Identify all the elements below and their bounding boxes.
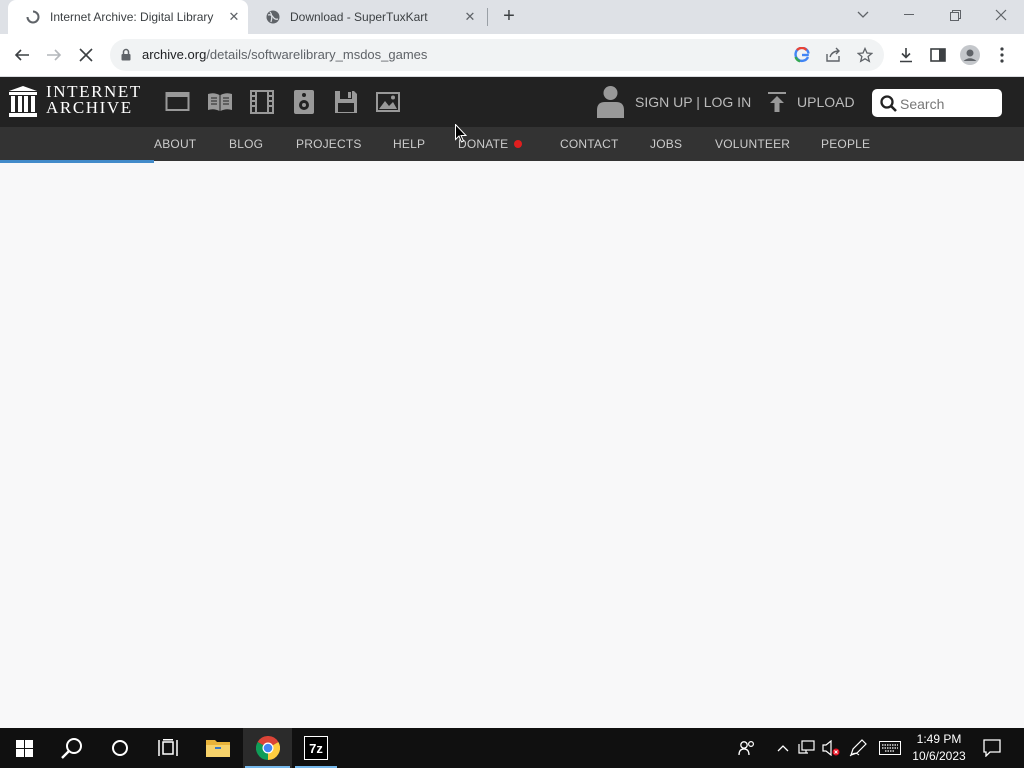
software-icon[interactable] <box>333 90 359 114</box>
search-input[interactable]: Search <box>900 96 944 112</box>
address-bar[interactable]: archive.org/details/softwarelibrary_msdo… <box>110 39 884 71</box>
images-icon[interactable] <box>375 90 401 114</box>
archive-building-icon <box>9 86 37 121</box>
network-icon[interactable] <box>796 728 818 768</box>
clock-time[interactable]: 1:49 PM <box>904 732 974 746</box>
tab-separator <box>487 8 488 26</box>
ia-logo-wordmark[interactable]: INTERNET ARCHIVE <box>46 83 142 117</box>
tab-title: Internet Archive: Digital Library o <box>50 10 215 24</box>
ia-nav-bar: ABOUT BLOG PROJECTS HELP DONATE CONTACT … <box>0 127 1024 161</box>
notification-center-icon[interactable] <box>978 728 1006 768</box>
upload-link[interactable]: UPLOAD <box>797 94 855 110</box>
tab-supertuxkart[interactable]: Download - SuperTuxKart ✕ <box>248 0 484 34</box>
nav-contact[interactable]: CONTACT <box>560 137 619 151</box>
mouse-cursor-icon <box>455 123 468 148</box>
video-icon[interactable] <box>249 90 275 114</box>
start-icon[interactable] <box>0 728 48 768</box>
search-icon[interactable] <box>880 95 897 117</box>
upload-icon[interactable] <box>767 92 787 117</box>
page-content-area <box>0 163 1024 728</box>
url-host: archive.org <box>142 47 207 62</box>
tab-title: Download - SuperTuxKart <box>290 10 428 24</box>
tab-search-chevron-icon[interactable] <box>840 0 886 30</box>
nav-jobs[interactable]: JOBS <box>650 137 682 151</box>
nav-projects[interactable]: PROJECTS <box>296 137 362 151</box>
tab-internet-archive[interactable]: Internet Archive: Digital Library o ✕ <box>8 0 248 34</box>
stop-loading-button[interactable] <box>72 41 100 69</box>
ia-top-bar: INTERNET ARCHIVE SIGN UP | LOG IN UPLOAD… <box>0 77 1024 127</box>
browser-toolbar: archive.org/details/softwarelibrary_msdo… <box>0 34 1024 77</box>
url-text[interactable]: archive.org/details/softwarelibrary_msdo… <box>142 47 427 62</box>
forward-button[interactable] <box>40 41 68 69</box>
logo-line-archive: ARCHIVE <box>46 98 133 117</box>
search-icon[interactable] <box>48 728 96 768</box>
chrome-icon[interactable] <box>243 728 292 768</box>
google-lens-icon[interactable] <box>794 46 810 68</box>
nav-volunteer[interactable]: VOLUNTEER <box>715 137 790 151</box>
loading-spinner-icon <box>25 9 41 25</box>
tab-close-icon[interactable]: ✕ <box>226 9 242 25</box>
cortana-icon[interactable] <box>96 728 144 768</box>
speaker-muted-icon[interactable] <box>820 728 842 768</box>
chrome-menu-icon[interactable] <box>988 41 1016 69</box>
user-icon[interactable] <box>596 85 625 123</box>
share-icon[interactable] <box>825 47 841 68</box>
tab-close-icon[interactable]: ✕ <box>462 9 478 25</box>
windows-taskbar: 7z 1:49 PM 10/6/2023 <box>0 728 1024 768</box>
7zip-label: 7z <box>304 736 328 760</box>
browser-tab-strip: Internet Archive: Digital Library o ✕ Do… <box>0 0 1024 34</box>
back-button[interactable] <box>8 41 36 69</box>
url-path: /details/softwarelibrary_msdos_games <box>206 47 428 62</box>
lock-icon[interactable] <box>121 48 131 66</box>
nav-blog[interactable]: BLOG <box>229 137 263 151</box>
touch-keyboard-icon[interactable] <box>876 728 904 768</box>
clock-date[interactable]: 10/6/2023 <box>904 749 974 763</box>
donate-heart-icon <box>514 140 522 148</box>
ia-search-box[interactable]: Search <box>872 89 1002 117</box>
profile-avatar-icon[interactable] <box>956 41 984 69</box>
texts-icon[interactable] <box>207 90 233 114</box>
audio-icon[interactable] <box>291 90 317 114</box>
nav-help[interactable]: HELP <box>393 137 425 151</box>
side-panel-icon[interactable] <box>924 41 952 69</box>
people-icon[interactable] <box>734 728 760 768</box>
globe-icon <box>265 9 281 25</box>
pen-workspace-icon[interactable] <box>846 728 870 768</box>
restore-button[interactable] <box>932 0 978 30</box>
chevron-up-icon[interactable] <box>773 728 793 768</box>
nav-people[interactable]: PEOPLE <box>821 137 870 151</box>
signup-login-link[interactable]: SIGN UP | LOG IN <box>635 94 751 110</box>
file-explorer-icon[interactable] <box>194 728 242 768</box>
nav-about[interactable]: ABOUT <box>154 137 196 151</box>
new-tab-button[interactable]: + <box>498 5 520 27</box>
downloads-icon[interactable] <box>892 41 920 69</box>
task-view-icon[interactable] <box>144 728 192 768</box>
bookmark-star-icon[interactable] <box>856 46 874 68</box>
7zip-icon[interactable]: 7z <box>293 728 339 768</box>
minimize-button[interactable] <box>886 0 932 30</box>
close-window-button[interactable] <box>978 0 1024 30</box>
web-icon[interactable] <box>165 90 191 114</box>
ia-logo-link[interactable] <box>9 86 37 122</box>
